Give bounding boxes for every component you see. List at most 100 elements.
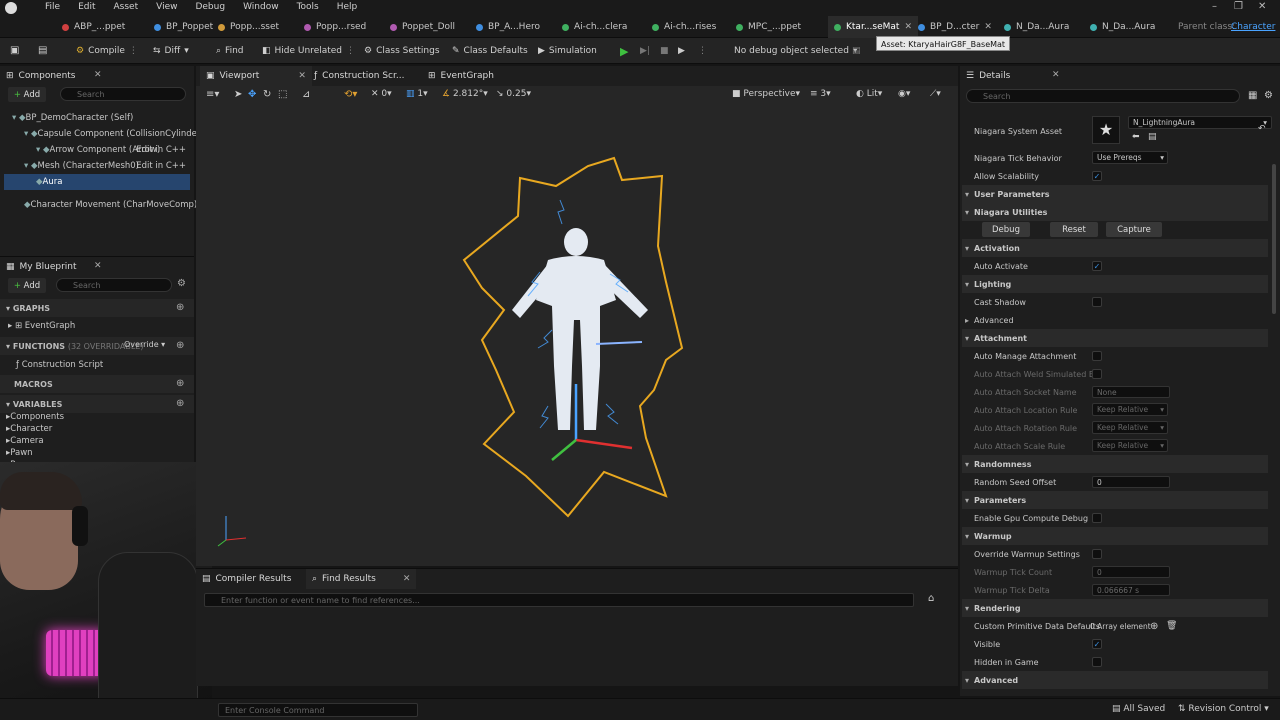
debug-filter-icon[interactable]: ▤ — [852, 42, 861, 60]
checkbox-unchecked[interactable] — [1092, 549, 1102, 559]
save-icon[interactable]: ▣ — [10, 42, 19, 60]
settings-gear-icon[interactable]: ⚙ — [177, 278, 186, 289]
window-close-button[interactable]: ✕ — [1258, 1, 1266, 12]
realtime-icon[interactable]: ⟋▾ — [930, 89, 941, 99]
lit-dropdown[interactable]: ◐ Lit▾ — [856, 89, 882, 99]
show-flags-icon[interactable]: ◉▾ — [898, 89, 910, 99]
hide-unrelated-button[interactable]: ◧ Hide Unrelated ⋮ — [262, 42, 355, 60]
compiler-results-tab[interactable]: ▤ Compiler Results — [202, 569, 291, 589]
camera-speed-dropdown[interactable]: ≡ 3▾ — [810, 89, 831, 99]
document-tab[interactable]: BP_D...cter ✕ — [912, 16, 998, 38]
variable-category[interactable]: ▸ Pawn — [6, 447, 33, 459]
details-category-header[interactable]: ▾ Activation — [962, 239, 1268, 257]
document-tab[interactable]: Popp...sset — [212, 16, 285, 38]
document-tab[interactable]: Ai-ch...clera — [556, 16, 633, 38]
blueprint-search-input[interactable]: Search — [56, 278, 172, 292]
find-results-tab[interactable]: ⌕ Find Results ✕ — [306, 569, 417, 589]
eject-button[interactable]: ▶ — [678, 42, 685, 60]
document-tab[interactable]: Ai-ch...rises — [646, 16, 722, 38]
debug-object-dropdown[interactable]: No debug object selected ▾ — [734, 42, 857, 60]
close-icon[interactable]: ✕ — [298, 71, 306, 81]
details-search-input[interactable]: Search — [966, 89, 1240, 103]
class-settings-button[interactable]: ⚙ Class Settings — [364, 42, 440, 60]
class-defaults-button[interactable]: ✎ Class Defaults — [452, 42, 528, 60]
capture-button[interactable]: Capture — [1106, 222, 1162, 237]
close-icon[interactable]: ✕ — [1052, 70, 1060, 80]
document-tab[interactable]: Popp...rsed — [298, 16, 372, 38]
details-category-header[interactable]: ▾ Niagara Utilities — [962, 203, 1268, 221]
override-dropdown[interactable]: Override ▾ — [124, 340, 165, 349]
edit-in-cpp-link[interactable]: Edit in C++ — [136, 145, 186, 155]
viewport-tab[interactable]: ⊞ EventGraph — [422, 66, 500, 86]
checkbox-checked[interactable]: ✓ — [1092, 261, 1102, 271]
details-property-row[interactable]: ▸ Advanced — [962, 311, 1268, 329]
checkbox-unchecked[interactable] — [1092, 657, 1102, 667]
components-search-input[interactable]: Search — [60, 87, 186, 101]
add-macro-icon[interactable]: ⊕ — [176, 378, 184, 389]
reset-to-default-icon[interactable]: ↶ — [1258, 124, 1266, 134]
checkbox-unchecked[interactable] — [1092, 513, 1102, 523]
details-scrollbar[interactable] — [1272, 164, 1276, 314]
component-tree-item[interactable]: ▾ ◆ BP_DemoCharacter (Self) — [4, 110, 190, 126]
details-category-header[interactable]: ▾ User Parameters — [962, 185, 1268, 203]
menu-item-asset[interactable]: Asset — [114, 2, 139, 12]
document-tab[interactable]: N_Da...Aura — [998, 16, 1075, 38]
component-tree-item[interactable]: ▾ ◆ Arrow Component (Arrow) Edit in C++ — [4, 142, 190, 158]
all-saved-indicator[interactable]: ▤ All Saved — [1112, 704, 1165, 714]
parent-class-link[interactable]: Character — [1231, 22, 1275, 32]
document-tab[interactable]: N_Da...Aura — [1084, 16, 1161, 38]
trash-icon[interactable]: 🗑 — [1166, 621, 1177, 631]
document-tab[interactable]: BP_Poppet — [148, 16, 219, 38]
play-options-icon[interactable]: ⋮ — [698, 42, 707, 60]
component-tree-item[interactable]: ◆ Character Movement (CharMoveComp) — [4, 197, 197, 213]
construction-script-item[interactable]: ƒ Construction Script — [16, 357, 103, 373]
window-minimize-button[interactable]: – — [1212, 1, 1217, 12]
details-category-header[interactable]: ▾ Lighting — [962, 275, 1268, 293]
my-blueprint-tab[interactable]: ▦ My Blueprint — [6, 257, 77, 277]
graphs-section[interactable]: ▾ GRAPHS — [0, 299, 194, 317]
browse-asset-icon[interactable]: ▤ — [1148, 132, 1157, 142]
edit-in-cpp-link[interactable]: Edit in C++ — [136, 161, 186, 171]
viewport-tab[interactable]: ▣ Viewport ✕ — [200, 66, 312, 86]
find-button[interactable]: ⌕ Find — [216, 42, 244, 60]
property-dropdown[interactable]: Use Prereqs ▾ — [1092, 151, 1168, 164]
settings-gear-icon[interactable]: ⚙ — [1264, 90, 1273, 101]
simulation-button[interactable]: ▶ Simulation — [538, 42, 597, 60]
select-tool-icon[interactable]: ➤ — [234, 89, 242, 100]
details-category-header[interactable]: ▾ Attachment — [962, 329, 1268, 347]
details-category-header[interactable]: ▾ Warmup — [962, 527, 1268, 545]
menu-item-help[interactable]: Help — [337, 2, 358, 12]
find-references-input[interactable]: Enter function or event name to find ref… — [204, 593, 914, 607]
variable-category[interactable]: ▸ Character — [6, 423, 52, 435]
niagara-asset-thumbnail-icon[interactable]: ★ — [1092, 116, 1120, 144]
play-button[interactable]: ▶ — [620, 42, 628, 60]
property-value-field[interactable]: 0 — [1092, 476, 1170, 488]
details-category-header[interactable]: ▾ Randomness — [962, 455, 1268, 473]
document-tab[interactable]: MPC_...ppet — [730, 16, 807, 38]
revision-control-button[interactable]: ⇅ Revision Control ▾ — [1178, 704, 1269, 714]
add-variable-icon[interactable]: ⊕ — [176, 398, 184, 409]
menu-item-file[interactable]: File — [45, 2, 60, 12]
unreal-logo-icon[interactable] — [5, 2, 17, 14]
menu-item-window[interactable]: Window — [243, 2, 279, 12]
variable-category[interactable]: ▸ Camera — [6, 435, 44, 447]
menu-item-view[interactable]: View — [156, 2, 177, 12]
perspective-dropdown[interactable]: ■ Perspective▾ — [732, 89, 800, 99]
close-icon[interactable]: ✕ — [904, 22, 912, 32]
checkbox-unchecked[interactable] — [1092, 351, 1102, 361]
add-blueprint-item-button[interactable]: + Add — [8, 278, 46, 293]
checkbox-checked[interactable]: ✓ — [1092, 639, 1102, 649]
angle-snap-toggle[interactable]: ∡ 2.812°▾ — [442, 89, 488, 99]
surface-snap-icon[interactable]: ⊿ — [302, 89, 310, 100]
viewport-tab[interactable]: ƒ Construction Scr... — [308, 66, 410, 86]
debug-button[interactable]: Debug — [982, 222, 1030, 237]
add-function-icon[interactable]: ⊕ — [176, 340, 184, 351]
details-category-header[interactable]: ▾ Advanced — [962, 671, 1268, 689]
rotation-snap-toggle[interactable]: ▥ 1▾ — [406, 89, 428, 99]
niagara-system-dropdown[interactable]: N_LightningAura ▾ — [1128, 116, 1272, 129]
add-element-icon[interactable]: ⊕ — [1150, 621, 1158, 632]
property-matrix-icon[interactable]: ▦ — [1248, 90, 1257, 101]
close-icon[interactable]: ✕ — [403, 574, 411, 584]
macros-section[interactable]: MACROS — [0, 375, 194, 393]
component-tree-item[interactable]: ▾ ◆ Capsule Component (CollisionCylinder… — [4, 126, 204, 142]
